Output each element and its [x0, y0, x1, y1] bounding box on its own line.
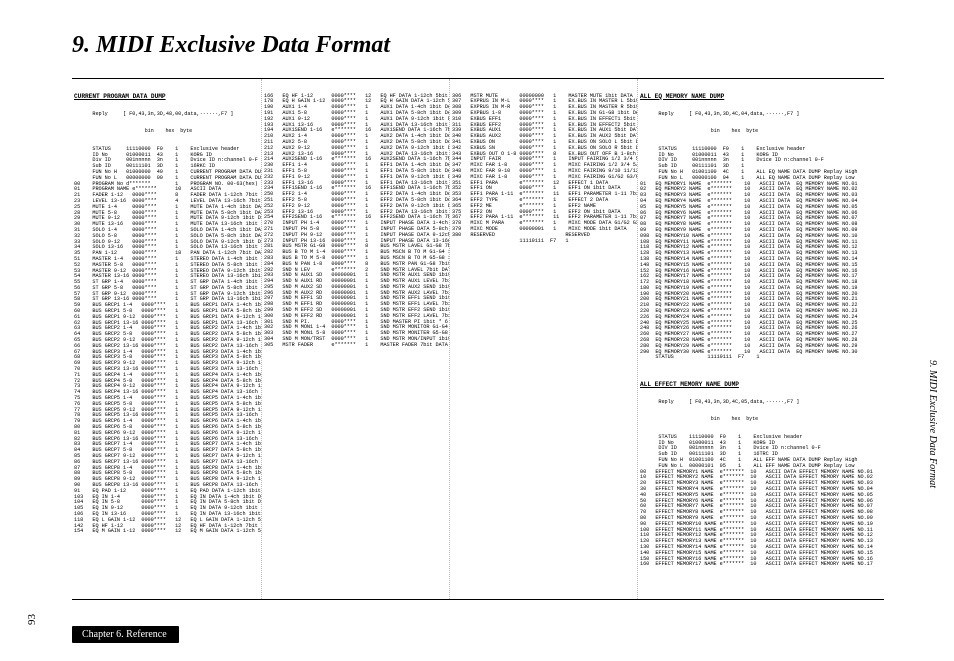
section-header-all-effect-memory: ALL EFFECT MEMORY NAME DUMP [640, 382, 882, 388]
column-2-rows: 166 EQ HF 1-12 0000**** 12 EQ HF DATA 1-… [264, 94, 447, 349]
column-headers: bin hex byte [74, 129, 259, 135]
data-row: 160 EFFECT MEMORY17 NAME e******* 10 ASC… [640, 562, 882, 568]
section-header-all-eq-memory: ALL EQ MEMORY NAME DUMP [640, 94, 882, 100]
column-1: CURRENT PROGRAM DATA DUMP Reply [ F0,43,… [72, 79, 262, 599]
column-4: ALL EQ MEMORY NAME DUMP Reply [ F0,43,3n… [638, 79, 884, 599]
column-headers: bin hex byte [640, 129, 882, 135]
column-4-eq-rows: STATUS 11110000 F0 1 Exclusive header ID… [640, 147, 882, 361]
column-2: 166 EQ HF 1-12 0000**** 12 EQ HF DATA 1-… [262, 79, 450, 599]
section-header-current-program: CURRENT PROGRAM DATA DUMP [74, 94, 259, 100]
chapter-tab: Chapter 6. Reference [72, 626, 179, 643]
column-3: 306 MSTR MUTE 00000000 1 MASTER MUTE 1bi… [450, 79, 638, 599]
data-row: 11110111 F7 1 [452, 239, 635, 245]
data-row: STATUS 11110111 F7 1 [640, 355, 882, 361]
reply-line: Reply [ F0,43,3n,3D,48,00,data,······,F7… [74, 112, 259, 118]
data-row: 154 EQ M GAIN 1-12 0000**** 12 EQ M GAIN… [74, 529, 259, 535]
page-number: 93 [26, 614, 38, 625]
reply-line: Reply [ F0,43,3n,3D,4C,05,data,······,F7… [640, 400, 882, 406]
reply-line: Reply [ F0,43,3n,3D,4C,04,data,······,F7… [640, 112, 882, 118]
column-4-effect-rows: STATUS 11110000 F0 1 Exclusive header ID… [640, 435, 882, 568]
data-row: 305 MSTR FADER e******* 1 MASTER FADER 7… [264, 343, 447, 349]
column-headers: bin hex byte [640, 417, 882, 423]
side-section-label: 9. MIDI Exclusive Data Format [927, 360, 938, 488]
column-3-rows: 306 MSTR MUTE 00000000 1 MASTER MUTE 1bi… [452, 94, 635, 245]
data-table-area: CURRENT PROGRAM DATA DUMP Reply [ F0,43,… [72, 78, 884, 600]
column-1-rows: STATUS 11110000 F0 1 Exclusive header ID… [74, 147, 259, 535]
page-title: 9. MIDI Exclusive Data Format [72, 32, 390, 59]
